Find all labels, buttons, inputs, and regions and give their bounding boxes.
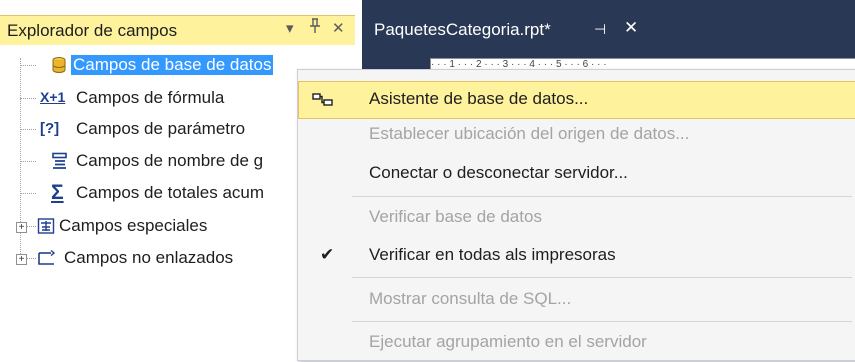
database-expert-icon	[312, 92, 334, 108]
tree-item-label: Campos de nombre de g	[76, 151, 264, 170]
tab-label: PaquetesCategoria.rpt*	[374, 20, 551, 39]
menu-item-connect-disconnect-server[interactable]: Conectar o desconectar servidor...	[298, 155, 855, 193]
checkmark-icon: ✔	[320, 245, 335, 264]
menu-item-label: Ejecutar agrupamiento en el servidor	[369, 332, 647, 351]
menu-item-label: Establecer ubicación del origen de datos…	[369, 124, 690, 143]
tree-item-label: Campos de totales acum	[76, 183, 265, 202]
tab-close-icon[interactable]: ✕	[624, 18, 638, 38]
menu-item-label: Mostrar consulta de SQL...	[369, 289, 572, 308]
menu-item-label: Conectar o desconectar servidor...	[369, 163, 628, 182]
tree-item-label: Campos no enlazados	[64, 248, 234, 267]
menu-item-verify-database[interactable]: Verificar base de datos	[298, 199, 855, 237]
unbound-fields-icon	[37, 249, 57, 267]
tree-item-special-fields[interactable]: + Campos especiales	[0, 214, 300, 238]
tree-item-label: Campos especiales	[59, 216, 208, 235]
formula-icon: X+1	[40, 89, 66, 105]
menu-item-database-expert[interactable]: Asistente de base de datos...	[298, 81, 855, 119]
menu-item-show-sql-query[interactable]: Mostrar consulta de SQL...	[298, 281, 855, 319]
tab-paquetes-categoria[interactable]: PaquetesCategoria.rpt* ⊣ ✕	[362, 15, 652, 48]
panel-header: Explorador de campos ▾ ✕	[0, 15, 355, 45]
dropdown-icon[interactable]: ▾	[286, 19, 294, 37]
tree-item-running-total-fields[interactable]: Σ Campos de totales acum	[0, 181, 300, 205]
group-name-icon	[51, 152, 71, 170]
menu-item-verify-all-printers[interactable]: ✔ Verificar en todas als impresoras	[298, 237, 855, 275]
menu-item-label: Verificar en todas als impresoras	[369, 245, 616, 264]
menu-separator	[352, 196, 852, 197]
menu-separator	[352, 277, 852, 278]
tree-item-database-fields[interactable]: Campos de base de datos	[0, 53, 320, 77]
special-fields-icon	[37, 217, 57, 235]
tree-item-unbound-fields[interactable]: + Campos no enlazados	[0, 246, 300, 270]
tree-item-parameter-fields[interactable]: [?] Campos de parámetro	[0, 117, 300, 141]
tree-item-formula-fields[interactable]: X+1 Campos de fórmula	[0, 86, 300, 110]
tree-item-label: Campos de fórmula	[76, 88, 225, 107]
menu-item-set-datasource-location[interactable]: Establecer ubicación del origen de datos…	[298, 116, 855, 154]
menu-item-label: Verificar base de datos	[369, 207, 542, 226]
expand-icon[interactable]: +	[16, 254, 27, 265]
expand-icon[interactable]: +	[16, 222, 27, 233]
tab-pin-icon[interactable]: ⊣	[594, 21, 606, 38]
menu-separator	[352, 321, 852, 322]
context-menu: Asistente de base de datos... Establecer…	[297, 69, 855, 361]
parameter-icon: [?]	[40, 120, 60, 137]
document-tabstrip: PaquetesCategoria.rpt* ⊣ ✕	[362, 0, 855, 48]
menu-item-label: Asistente de base de datos...	[369, 89, 589, 108]
tree-item-group-name-fields[interactable]: Campos de nombre de g	[0, 149, 300, 173]
sum-icon: Σ	[51, 181, 64, 204]
pin-icon[interactable]	[309, 18, 321, 39]
panel-close-icon[interactable]: ✕	[332, 19, 345, 37]
panel-title: Explorador de campos	[7, 21, 178, 40]
database-icon	[50, 56, 70, 74]
tree-item-label: Campos de base de datos	[71, 55, 274, 75]
tree-item-label: Campos de parámetro	[76, 119, 246, 138]
menu-item-server-grouping[interactable]: Ejecutar agrupamiento en el servidor	[298, 324, 855, 362]
